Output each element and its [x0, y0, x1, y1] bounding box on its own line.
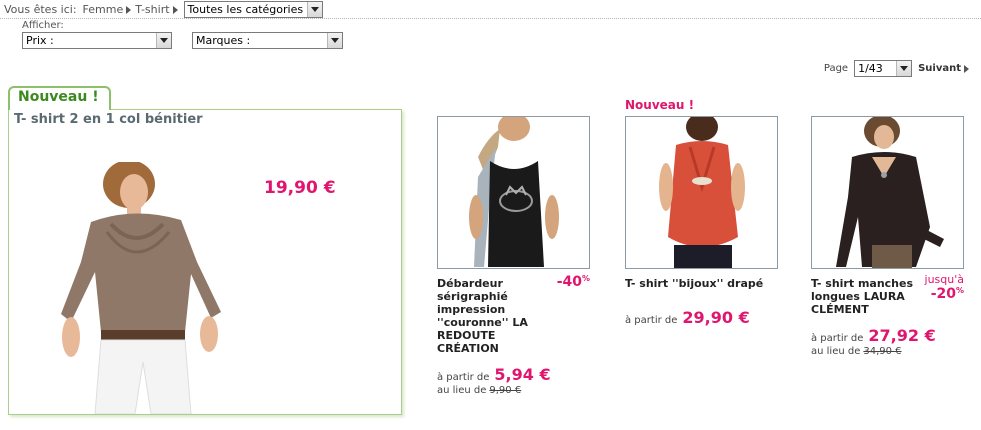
from-label: à partir de: [437, 372, 490, 383]
product-image-graphic: [659, 117, 745, 268]
filter-label: Afficher:: [22, 20, 64, 31]
product-price: 29,90 €: [682, 308, 750, 327]
old-price-line: au lieu de 9,90 €: [437, 385, 592, 396]
featured-product-price: 19,90 €: [264, 178, 336, 198]
pagination: Page 1/43 Suivant: [824, 60, 973, 77]
product-image[interactable]: [625, 116, 778, 269]
next-page-link[interactable]: Suivant: [918, 63, 973, 74]
category-select-value: Toutes les catégories: [187, 3, 304, 16]
product-image[interactable]: [437, 116, 590, 269]
next-page-label: Suivant: [918, 63, 961, 74]
page-select[interactable]: 1/43: [854, 60, 913, 77]
divider: [0, 18, 981, 19]
featured-product-title[interactable]: T- shirt 2 en 1 col bénitier: [14, 112, 203, 127]
chevron-right-icon: [172, 5, 178, 14]
product-price: 5,94 €: [494, 365, 551, 384]
featured-product[interactable]: T- shirt 2 en 1 col bénitier 19,90 €: [8, 109, 402, 415]
product-card[interactable]: Nouveau ! T- shirt ''bijoux'' drapé à pa…: [625, 98, 780, 327]
price-filter-value: Prix :: [26, 34, 54, 47]
old-price-line: au lieu de 34,90 €: [811, 346, 966, 357]
discount-unit: %: [581, 274, 590, 283]
featured-product-image[interactable]: [51, 162, 241, 414]
chevron-down-icon[interactable]: [156, 33, 171, 48]
product-name[interactable]: Débardeur sérigraphié impression ''couro…: [437, 277, 547, 355]
breadcrumb-tshirt[interactable]: T-shirt: [135, 3, 169, 16]
product-card[interactable]: jusqu'à -20% T- shirt manches longues LA…: [811, 116, 966, 357]
was-label: au lieu de: [811, 346, 861, 357]
from-label: à partir de: [625, 315, 678, 326]
product-image[interactable]: [811, 116, 964, 269]
chevron-right-icon: [964, 64, 969, 73]
chevron-right-icon: [126, 5, 132, 14]
from-label: à partir de: [811, 333, 864, 344]
chevron-down-icon[interactable]: [307, 2, 323, 17]
chevron-down-icon[interactable]: [327, 33, 342, 48]
product-image-graphic: [469, 117, 559, 267]
price-filter-select[interactable]: Prix :: [22, 32, 172, 49]
breadcrumb: Vous êtes ici: Femme T-shirt Toutes les …: [4, 1, 324, 18]
discount-badge: -40%: [557, 274, 590, 290]
price-line: à partir de 27,92 €: [811, 326, 966, 345]
discount-prefix: jusqu'à: [924, 273, 964, 286]
breadcrumb-label: Vous êtes ici:: [4, 3, 77, 16]
discount-value: -40: [556, 274, 582, 290]
discount-value: -20: [930, 286, 956, 302]
new-badge: Nouveau !: [8, 86, 111, 110]
page-label: Page: [823, 63, 849, 74]
chevron-down-icon[interactable]: [896, 61, 912, 76]
discount-badge: jusqu'à -20%: [924, 273, 964, 303]
product-name[interactable]: T- shirt ''bijoux'' drapé: [625, 277, 780, 290]
breadcrumb-femme[interactable]: Femme: [83, 3, 124, 16]
brand-filter-value: Marques :: [196, 34, 251, 47]
product-price: 27,92 €: [868, 326, 936, 345]
page-select-value: 1/43: [858, 62, 883, 75]
new-flag: Nouveau !: [625, 98, 695, 112]
discount-unit: %: [955, 286, 964, 295]
old-price: 34,90 €: [863, 346, 902, 357]
price-line: à partir de 29,90 €: [625, 308, 780, 327]
price-line: à partir de 5,94 €: [437, 365, 592, 384]
category-select[interactable]: Toutes les catégories: [183, 1, 324, 18]
product-image-graphic: [836, 117, 944, 268]
product-card[interactable]: -40% Débardeur sérigraphié impression ''…: [437, 116, 592, 396]
product-name[interactable]: T- shirt manches longues LAURA CLÉMENT: [811, 277, 915, 316]
was-label: au lieu de: [437, 385, 487, 396]
old-price: 9,90 €: [489, 385, 522, 396]
brand-filter-select[interactable]: Marques :: [192, 32, 343, 49]
